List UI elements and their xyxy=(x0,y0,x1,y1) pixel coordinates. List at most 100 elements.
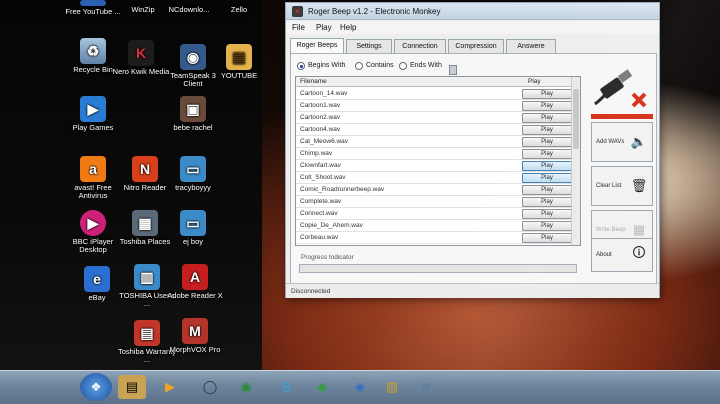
list-item[interactable]: Cat_Meow6.wav Play xyxy=(296,136,572,148)
media-player-taskbar-icon[interactable]: ▶ xyxy=(156,375,184,399)
list-item[interactable]: Cartoon4.wav Play xyxy=(296,124,572,136)
radio-contains[interactable] xyxy=(355,62,363,70)
desktop-icon-zello[interactable]: Zello xyxy=(208,6,270,14)
wav-file-list[interactable]: Filename Play Cartoon_14.wav Play Cartoon1… xyxy=(295,76,581,246)
toshiba-warranty-icon: ▤ xyxy=(134,320,160,346)
desktop-icon-tracyboyyy[interactable]: ▭ tracyboyyy xyxy=(162,156,224,192)
connection-status: Disconnected xyxy=(291,288,331,295)
filter-options: Begins With Contains Ends With xyxy=(295,60,535,75)
app-icon: ✕ xyxy=(292,6,303,17)
folder-icon: ▤ xyxy=(226,44,252,70)
play-button[interactable]: Play xyxy=(522,89,572,99)
play-button[interactable]: Play xyxy=(522,101,572,111)
play-button[interactable]: Play xyxy=(522,173,572,183)
wav-filename: Cartoon1.wav xyxy=(300,102,341,109)
list-item[interactable]: Corbeau.wav Play xyxy=(296,232,572,244)
list-scrollbar[interactable] xyxy=(571,77,580,245)
clear-list-button[interactable]: Clear List 🗑 xyxy=(591,166,653,206)
photo-icon: ▣ xyxy=(180,96,206,122)
desktop-icon-ej-boy[interactable]: ▭ ej boy xyxy=(162,210,224,246)
add-wavs-button[interactable]: Add WAVs 🔈 xyxy=(591,122,653,162)
play-button[interactable]: Play xyxy=(522,233,572,243)
toshiba-places-icon: ▦ xyxy=(132,210,158,236)
menu-bar: File Play Help xyxy=(286,21,659,34)
list-item[interactable]: Chimp.wav Play xyxy=(296,148,572,160)
computer-icon: ▭ xyxy=(180,156,206,182)
desktop-icon-adobe-reader[interactable]: A Adobe Reader X xyxy=(164,264,226,300)
desktop-icon-youtube-folder[interactable]: ▤ YOUTUBE xyxy=(208,44,270,80)
explorer-taskbar-icon[interactable]: ▤ xyxy=(118,375,146,399)
list-item[interactable]: Clownfart.wav Play xyxy=(296,160,572,172)
radio-ends-with[interactable] xyxy=(399,62,407,70)
play-button[interactable]: Play xyxy=(522,113,572,123)
play-button[interactable]: Play xyxy=(522,125,572,135)
tab-roger-beeps[interactable]: Roger Beeps xyxy=(290,38,344,53)
list-item[interactable]: Cartoon_14.wav Play xyxy=(296,88,572,100)
wav-filename: Copie_De_Ahem.wav xyxy=(300,222,363,229)
radio-begins-with-label: Begins With xyxy=(308,62,346,69)
accent-bar xyxy=(591,114,653,119)
app-logo xyxy=(591,64,653,114)
windows-logo-icon: ❖ xyxy=(90,380,102,394)
desktop-icon-play-games[interactable]: ▶ Play Games xyxy=(62,96,124,132)
wav-filename: Cartoon4.wav xyxy=(300,126,341,133)
list-item[interactable]: Cartoon1.wav Play xyxy=(296,100,572,112)
list-item[interactable]: Copie_De_Ahem.wav Play xyxy=(296,220,572,232)
menu-file[interactable]: File xyxy=(292,23,305,32)
skype-taskbar-icon[interactable]: S xyxy=(272,375,300,399)
tab-strip: Roger Beeps Settings Connection Compress… xyxy=(290,38,590,53)
folder-icon: ▭ xyxy=(180,210,206,236)
folder-taskbar-icon[interactable]: ▥ xyxy=(378,375,406,399)
about-label: About xyxy=(596,252,612,258)
teamspeak-icon: ◉ xyxy=(180,44,206,70)
speaker-icon: 🔈 xyxy=(630,134,648,149)
signal-taskbar-icon[interactable]: ≋ xyxy=(412,375,440,399)
recycle-bin-icon: ♻ xyxy=(80,38,106,64)
teamspeak-taskbar-icon[interactable]: ◆ xyxy=(308,375,336,399)
desktop-icon-morphvox[interactable]: M MorphVOX Pro xyxy=(164,318,226,354)
ebay-icon: e xyxy=(84,266,110,292)
list-item[interactable]: Cartoon2.wav Play xyxy=(296,112,572,124)
desktop-icon-bebe-rachel[interactable]: ▣ bebe rachel xyxy=(162,96,224,132)
play-button[interactable]: Play xyxy=(522,137,572,147)
play-button[interactable]: Play xyxy=(522,209,572,219)
wav-filename: Comic_Roadrunnerbeep.wav xyxy=(300,186,385,193)
column-filename[interactable]: Filename xyxy=(300,78,327,85)
wav-filename: Corbeau.wav xyxy=(300,234,339,241)
nitro-reader-icon: N xyxy=(132,156,158,182)
play-button[interactable]: Play xyxy=(522,221,572,231)
chrome-taskbar-icon[interactable]: ◉ xyxy=(232,375,260,399)
info-sign-icon: 🛈 xyxy=(632,245,646,260)
clear-list-label: Clear List xyxy=(596,183,622,189)
progress-indicator-label: Progress Indicator xyxy=(301,254,354,261)
bbc-iplayer-icon: ▶ xyxy=(80,210,106,236)
list-item[interactable]: Connect.wav Play xyxy=(296,208,572,220)
play-button[interactable]: Play xyxy=(522,197,572,207)
wav-filename: Cartoon2.wav xyxy=(300,114,341,121)
title-bar[interactable]: ✕ Roger Beep v1.2 - Electronic Monkey xyxy=(286,3,659,20)
menu-play[interactable]: Play xyxy=(316,23,332,32)
taskbar: ❖ ▤ ▶ ◯ ◉ S ◆ ◈ ▥ ≋ xyxy=(0,370,720,404)
about-button[interactable]: About 🛈 xyxy=(591,238,653,272)
start-button[interactable]: ❖ xyxy=(80,373,112,401)
tab-settings[interactable]: Settings xyxy=(346,39,392,53)
list-item[interactable]: Comic_Roadrunnerbeep.wav Play xyxy=(296,184,572,196)
list-item[interactable]: Colt_Shoot.wav Play xyxy=(296,172,572,184)
play-button[interactable]: Play xyxy=(522,149,572,159)
play-button[interactable]: Play xyxy=(522,185,572,195)
list-item[interactable]: Complete.wav Play xyxy=(296,196,572,208)
tab-compression[interactable]: Compression xyxy=(448,39,504,53)
roger-beep-window: ✕ Roger Beep v1.2 - Electronic Monkey Fi… xyxy=(285,2,660,298)
play-button[interactable]: Play xyxy=(522,161,572,171)
tab-answere[interactable]: Answere xyxy=(506,39,556,53)
scrollbar-thumb[interactable] xyxy=(573,89,579,149)
app-taskbar-icon[interactable]: ◯ xyxy=(196,375,224,399)
trash-icon: 🗑 xyxy=(630,178,648,193)
network-taskbar-icon[interactable]: ◈ xyxy=(346,375,374,399)
tab-connection[interactable]: Connection xyxy=(394,39,446,53)
radio-begins-with[interactable] xyxy=(297,62,305,70)
menu-help[interactable]: Help xyxy=(340,23,356,32)
filter-input[interactable] xyxy=(449,65,457,75)
progress-bar xyxy=(299,264,577,273)
column-play[interactable]: Play xyxy=(528,78,541,85)
